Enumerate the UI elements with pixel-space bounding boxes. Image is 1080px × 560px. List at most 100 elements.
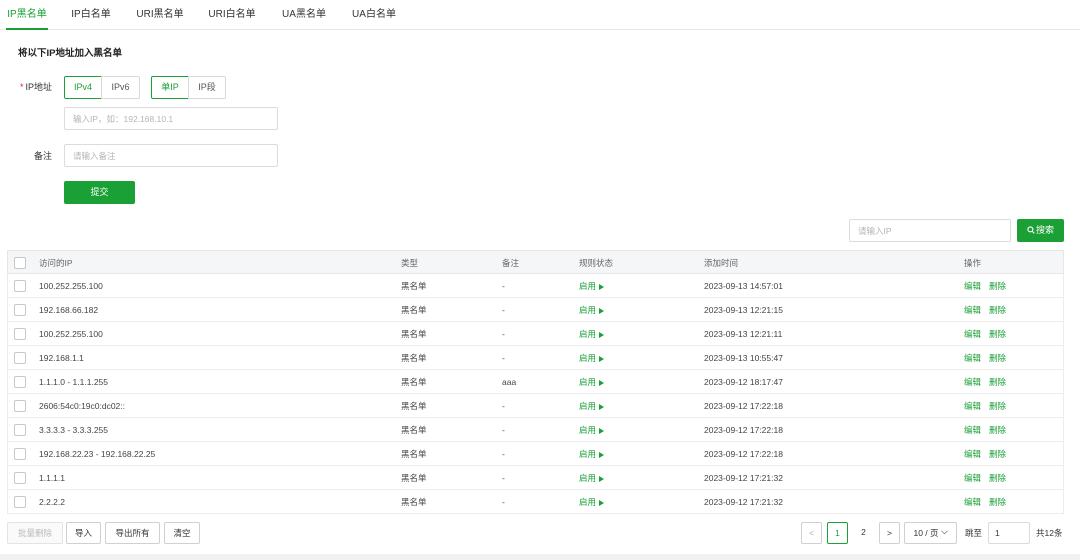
table-row: 2606:54c0:19c0:dc02:: 黑名单 - 启用 2023-09-12 17… [7,394,1064,418]
col-type-header: 类型 [401,258,419,268]
row-ip: 2606:54c0:19c0:dc02:: [39,401,126,411]
row-edit-link[interactable]: 编辑 [964,394,981,418]
table-row: 100.252.255.100 黑名单 - 启用 2023-09-13 12:21:11… [7,322,1064,346]
row-note: - [502,329,505,339]
row-status[interactable]: 启用 [579,490,605,514]
row-delete-link[interactable]: 删除 [989,466,1006,490]
col-actions-header: 操作 [964,258,982,268]
submit-button[interactable]: 提交 [64,181,135,204]
row-edit-link[interactable]: 编辑 [964,370,981,394]
tab-uri-blacklist[interactable]: URI黑名单 [136,0,184,30]
row-status[interactable]: 启用 [579,418,605,442]
row-checkbox[interactable] [14,448,26,460]
row-type: 黑名单 [401,473,427,483]
tab-ua-blacklist[interactable]: UA黑名单 [281,0,327,30]
row-type: 黑名单 [401,497,427,507]
import-button[interactable]: 导入 [66,522,101,544]
row-status[interactable]: 启用 [579,298,605,322]
row-delete-link[interactable]: 删除 [989,346,1006,370]
row-edit-link[interactable]: 编辑 [964,322,981,346]
table-row: 1.1.1.1 黑名单 - 启用 2023-09-12 17:21:32 编辑 删除 [7,466,1064,490]
row-checkbox[interactable] [14,472,26,484]
row-delete-link[interactable]: 删除 [989,370,1006,394]
page-2-button[interactable]: 2 [853,522,874,544]
next-page-button[interactable]: > [879,522,900,544]
clear-button[interactable]: 清空 [164,522,200,544]
row-checkbox[interactable] [14,400,26,412]
page-1-button[interactable]: 1 [827,522,848,544]
ip-range-option[interactable]: IP段 [188,76,226,99]
row-status[interactable]: 启用 [579,346,605,370]
row-checkbox[interactable] [14,280,26,292]
row-delete-link[interactable]: 删除 [989,274,1006,298]
row-checkbox[interactable] [14,496,26,508]
search-ip-input[interactable] [849,219,1011,242]
table-row: 3.3.3.3 - 3.3.3.255 黑名单 - 启用 2023-09-12 17:2… [7,418,1064,442]
ip-input[interactable] [64,107,278,130]
row-checkbox[interactable] [14,352,26,364]
ipv4-option[interactable]: IPv4 [64,76,102,99]
row-checkbox[interactable] [14,328,26,340]
row-edit-link[interactable]: 编辑 [964,346,981,370]
goto-page-input[interactable] [988,522,1030,544]
note-input[interactable] [64,144,278,167]
row-edit-link[interactable]: 编辑 [964,418,981,442]
row-status[interactable]: 启用 [579,442,605,466]
row-delete-link[interactable]: 删除 [989,442,1006,466]
row-edit-link[interactable]: 编辑 [964,490,981,514]
table-header: 访问的IP 类型 备注 规则状态 添加时间 操作 [7,250,1064,274]
play-icon [599,403,605,410]
row-edit-link[interactable]: 编辑 [964,466,981,490]
row-status-label: 启用 [579,329,597,339]
row-status[interactable]: 启用 [579,394,605,418]
row-edit-link[interactable]: 编辑 [964,274,981,298]
search-button[interactable]: 搜索 [1017,219,1064,242]
search-button-label: 搜索 [1035,225,1054,235]
row-delete-link[interactable]: 删除 [989,322,1006,346]
tab-uri-whitelist[interactable]: URI白名单 [208,0,256,30]
row-note: - [502,401,505,411]
ipv6-option[interactable]: IPv6 [101,76,140,99]
row-status-label: 启用 [579,497,597,507]
ip-address-label: * IP地址 [18,81,52,93]
row-time: 2023-09-12 17:22:18 [704,401,783,411]
row-delete-link[interactable]: 删除 [989,490,1006,514]
export-all-button[interactable]: 导出所有 [105,522,160,544]
row-checkbox[interactable] [14,376,26,388]
row-status[interactable]: 启用 [579,466,605,490]
table-row: 2.2.2.2 黑名单 - 启用 2023-09-12 17:21:32 编辑 删除 [7,490,1064,514]
row-status-label: 启用 [579,401,597,411]
row-checkbox[interactable] [14,424,26,436]
tab-ua-whitelist[interactable]: UA白名单 [351,0,397,30]
row-status[interactable]: 启用 [579,274,605,298]
form-title: 将以下IP地址加入黑名单 [18,48,122,59]
row-checkbox[interactable] [14,304,26,316]
row-delete-link[interactable]: 删除 [989,418,1006,442]
single-ip-option[interactable]: 单IP [151,76,189,99]
col-ip-header: 访问的IP [39,258,73,268]
row-edit-link[interactable]: 编辑 [964,298,981,322]
row-type: 黑名单 [401,401,427,411]
row-status-label: 启用 [579,377,597,387]
row-type: 黑名单 [401,281,427,291]
table-row: 192.168.1.1 黑名单 - 启用 2023-09-13 10:55:47 编辑 删除 [7,346,1064,370]
batch-delete-button[interactable]: 批量删除 [7,522,63,544]
row-ip: 2.2.2.2 [39,497,65,507]
prev-page-button[interactable]: < [801,522,822,544]
row-status[interactable]: 启用 [579,370,605,394]
row-delete-link[interactable]: 删除 [989,298,1006,322]
row-time: 2023-09-12 17:22:18 [704,449,783,459]
tab-ip-blacklist[interactable]: IP黑名单 [6,0,48,30]
row-delete-link[interactable]: 删除 [989,394,1006,418]
select-all-checkbox[interactable] [14,257,26,269]
tab-ip-whitelist[interactable]: IP白名单 [70,0,112,30]
ip-address-label-text: IP地址 [25,82,52,92]
row-ip: 192.168.66.182 [39,305,99,315]
page-size-select[interactable]: 10 / 页 [904,522,957,544]
bottom-bar [0,554,1080,560]
required-mark: * [19,82,24,92]
play-icon [599,379,605,386]
row-type: 黑名单 [401,329,427,339]
row-status[interactable]: 启用 [579,322,605,346]
row-edit-link[interactable]: 编辑 [964,442,981,466]
